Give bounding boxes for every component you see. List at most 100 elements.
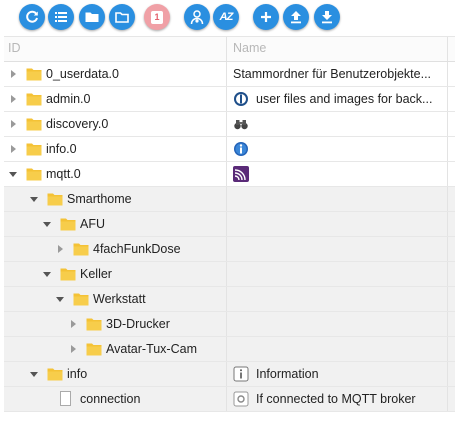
column-divider[interactable] [226, 37, 227, 61]
object-id-label: info.0 [46, 142, 77, 156]
table-row[interactable]: 3D-Drucker [4, 312, 455, 337]
column-divider[interactable] [447, 37, 448, 61]
id-cell: 4fachFunkDose [4, 237, 226, 261]
name-cell [227, 337, 447, 361]
sort-az-icon: AZ [219, 11, 234, 23]
table-row[interactable]: connection If connected to MQTT broker [4, 387, 455, 412]
expand-arrow-icon[interactable] [71, 345, 76, 353]
expand-arrow-icon[interactable] [58, 245, 63, 253]
cell-divider [447, 237, 448, 261]
user-settings-icon [190, 10, 204, 25]
object-name-label: Stammordner für Benutzerobjekte... [233, 67, 432, 81]
expand-arrow-icon[interactable] [11, 70, 16, 78]
folder-icon [26, 142, 42, 156]
id-cell: discovery.0 [4, 112, 226, 136]
binoculars-icon [233, 116, 249, 132]
id-cell: admin.0 [4, 87, 226, 111]
table-row[interactable]: AFU [4, 212, 455, 237]
info-logo-icon [233, 141, 249, 157]
id-cell: Smarthome [4, 187, 226, 211]
collapse-arrow-icon[interactable] [30, 197, 38, 202]
table-row[interactable]: 4fachFunkDose [4, 237, 455, 262]
collapse-arrow-icon[interactable] [43, 272, 51, 277]
sort-button[interactable]: AZ [213, 4, 239, 30]
object-name-label: Information [256, 367, 319, 381]
object-id-label: AFU [80, 217, 105, 231]
collapse-arrow-icon[interactable] [56, 297, 64, 302]
table-row[interactable]: mqtt.0 [4, 162, 455, 187]
object-id-label: discovery.0 [46, 117, 109, 131]
cell-divider [447, 212, 448, 236]
table-row[interactable]: info.0 [4, 137, 455, 162]
expand-arrow-icon[interactable] [11, 145, 16, 153]
expand-arrow-icon[interactable] [11, 120, 16, 128]
collapse-arrow-icon[interactable] [43, 222, 51, 227]
column-header-name[interactable]: Name [233, 41, 266, 55]
object-id-label: 3D-Drucker [106, 317, 170, 331]
collapse-folders-button[interactable] [79, 4, 105, 30]
state-icon [233, 391, 249, 407]
collapse-arrow-icon[interactable] [30, 372, 38, 377]
table-row[interactable]: Avatar-Tux-Cam [4, 337, 455, 362]
cell-divider [447, 387, 448, 411]
id-cell: info.0 [4, 137, 226, 161]
id-cell: 3D-Drucker [4, 312, 226, 336]
name-cell [227, 212, 447, 236]
object-id-label: 0_userdata.0 [46, 67, 119, 81]
table-row[interactable]: 0_userdata.0 Stammordner für Benutzerobje… [4, 62, 455, 87]
folder-outline-icon [115, 12, 129, 23]
folder-icon [73, 292, 89, 306]
name-cell [227, 287, 447, 311]
list-view-button[interactable] [48, 4, 74, 30]
name-cell [227, 137, 447, 161]
id-cell: AFU [4, 212, 226, 236]
number-badge-icon: 1 [151, 10, 163, 24]
column-header-id[interactable]: ID [8, 41, 21, 55]
object-id-label: info [67, 367, 88, 381]
table-row[interactable]: admin.0 user files and images for back... [4, 87, 455, 112]
name-cell [227, 112, 447, 136]
refresh-button[interactable] [19, 4, 45, 30]
info-box-icon [233, 366, 249, 382]
mqtt-logo-icon [233, 166, 249, 182]
object-id-label: Smarthome [67, 192, 132, 206]
name-cell [227, 262, 447, 286]
cell-divider [447, 87, 448, 111]
table-body: 0_userdata.0 Stammordner für Benutzerobje… [4, 62, 455, 412]
object-id-label: admin.0 [46, 92, 91, 106]
collapse-arrow-icon[interactable] [9, 172, 17, 177]
table-row[interactable]: Werkstatt [4, 287, 455, 312]
table-row[interactable]: info Information [4, 362, 455, 387]
table-row[interactable]: discovery.0 [4, 112, 455, 137]
refresh-icon [26, 10, 38, 23]
object-id-label: 4fachFunkDose [93, 242, 181, 256]
cell-divider [447, 337, 448, 361]
expand-arrow-icon[interactable] [71, 320, 76, 328]
object-id-label: connection [80, 392, 141, 406]
id-cell: Avatar-Tux-Cam [4, 337, 226, 361]
folder-icon [60, 267, 76, 281]
add-button[interactable] [253, 4, 279, 30]
admin-logo-icon [233, 91, 249, 107]
expert-mode-button[interactable]: 1 [144, 4, 170, 30]
upload-button[interactable] [283, 4, 309, 30]
expand-folders-button[interactable] [109, 4, 135, 30]
table-row[interactable]: Keller [4, 262, 455, 287]
name-cell: If connected to MQTT broker [227, 387, 447, 411]
name-cell: user files and images for back... [227, 87, 447, 111]
cell-divider [447, 112, 448, 136]
user-settings-button[interactable] [184, 4, 210, 30]
cell-divider [447, 362, 448, 386]
download-icon [322, 11, 332, 24]
name-cell [227, 162, 447, 186]
name-cell [227, 187, 447, 211]
folder-icon [26, 67, 42, 81]
toolbar: 1 AZ [0, 0, 455, 35]
folder-icon [86, 342, 102, 356]
folder-icon [47, 367, 63, 381]
folder-icon [85, 12, 99, 22]
download-button[interactable] [314, 4, 340, 30]
table-row[interactable]: Smarthome [4, 187, 455, 212]
list-icon [55, 12, 67, 22]
expand-arrow-icon[interactable] [11, 95, 16, 103]
